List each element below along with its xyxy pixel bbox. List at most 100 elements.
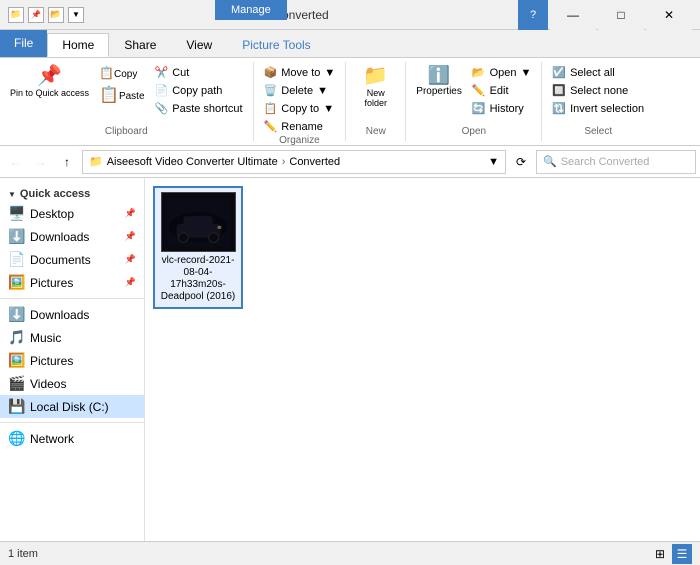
delete-icon: 🗑️	[264, 84, 278, 97]
invert-icon: 🔃	[552, 102, 566, 115]
clipboard-right-col: ✂️ Cut 📄 Copy path 📎 Paste shortcut	[151, 64, 247, 117]
content-area: vlc-record-2021-08-04-17h33m20s-Deadpool…	[145, 178, 700, 541]
sidebar-item-pictures[interactable]: 🖼️ Pictures	[0, 349, 144, 372]
sidebar-item-downloads[interactable]: ⬇️ Downloads	[0, 303, 144, 326]
rename-button[interactable]: ✏️ Rename	[260, 118, 340, 135]
open-icon: 📂	[472, 66, 486, 79]
item-count: 1 item	[8, 548, 38, 560]
new-folder-icon: 📁	[363, 66, 388, 86]
documents-label: Documents	[30, 253, 91, 267]
move-icon: 📦	[264, 66, 278, 79]
paste-shortcut-button[interactable]: 📎 Paste shortcut	[151, 100, 247, 117]
history-icon: 🔄	[472, 102, 486, 115]
ribbon: 📌 Pin to Quick access 📋 Copy 📋 Paste ✂️ …	[0, 58, 700, 146]
forward-button[interactable]: →	[30, 151, 52, 173]
sidebar-item-pictures-quick[interactable]: 🖼️ Pictures 📌	[0, 271, 144, 294]
new-folder-button[interactable]: 📁 Newfolder	[356, 64, 396, 110]
desktop-label: Desktop	[30, 207, 74, 221]
maximize-button[interactable]: □	[598, 0, 644, 30]
new-folder-label: Newfolder	[365, 88, 388, 108]
copy-icon: 📋	[99, 66, 114, 80]
properties-button[interactable]: ℹ️ Properties	[412, 64, 466, 99]
copy-button[interactable]: 📋 Copy	[95, 64, 149, 82]
open-label: Open	[462, 126, 486, 139]
grid-view-button[interactable]: ⊞	[650, 544, 670, 564]
window-controls[interactable]: ? — □ ✕	[518, 0, 692, 30]
tab-file[interactable]: File	[0, 29, 47, 57]
network-icon: 🌐	[8, 430, 24, 447]
select-none-icon: 🔲	[552, 84, 566, 97]
address-path[interactable]: 📁 Aiseesoft Video Converter Ultimate › C…	[82, 150, 506, 174]
refresh-button[interactable]: ⟳	[510, 151, 532, 173]
sidebar-item-downloads-quick[interactable]: ⬇️ Downloads 📌	[0, 225, 144, 248]
select-all-icon: ☑️	[552, 66, 566, 79]
up-button[interactable]: ↑	[56, 151, 78, 173]
folder-icon: 📂	[48, 7, 64, 23]
sidebar-item-documents[interactable]: 📄 Documents 📌	[0, 248, 144, 271]
sidebar-item-videos[interactable]: 🎬 Videos	[0, 372, 144, 395]
history-button[interactable]: 🔄 History	[468, 100, 536, 117]
ribbon-group-new: 📁 Newfolder New	[346, 62, 406, 141]
paste-shortcut-icon: 📎	[155, 102, 169, 115]
copy-path-button[interactable]: 📄 Copy path	[151, 82, 247, 99]
cut-button[interactable]: ✂️ Cut	[151, 64, 247, 81]
path-dropdown-icon[interactable]: ▼	[488, 156, 499, 168]
pictures-label-quick: Pictures	[30, 276, 73, 290]
copy-to-button[interactable]: 📋 Copy to ▼	[260, 100, 340, 117]
quick-access-label[interactable]: ▼ Quick access	[8, 188, 136, 200]
tab-picture-tools[interactable]: Picture Tools	[227, 33, 325, 57]
music-label: Music	[30, 331, 61, 345]
pin-to-quick-access-button[interactable]: 📌 Pin to Quick access	[6, 64, 93, 101]
music-icon: 🎵	[8, 329, 24, 346]
move-to-button[interactable]: 📦 Move to ▼	[260, 64, 340, 81]
sidebar-item-network[interactable]: 🌐 Network	[0, 427, 144, 450]
pin-label: Pin to Quick access	[10, 88, 89, 99]
ribbon-group-organize: 📦 Move to ▼ 🗑️ Delete ▼ 📋 Copy to ▼ ✏️ R…	[254, 62, 347, 141]
select-all-button[interactable]: ☑️ Select all	[548, 64, 648, 81]
tab-share[interactable]: Share	[109, 33, 171, 57]
search-placeholder: Search Converted	[561, 156, 650, 168]
rename-label: Rename	[281, 121, 323, 133]
folder-icon-path: 📁	[89, 155, 103, 168]
edit-button[interactable]: ✏️ Edit	[468, 82, 536, 99]
pin-icon-pictures: 📌	[125, 277, 136, 288]
quick-access-section: ▼ Quick access	[0, 182, 144, 202]
new-items: 📁 Newfolder	[356, 64, 396, 126]
sidebar-item-desktop[interactable]: 🖥️ Desktop 📌	[0, 202, 144, 225]
organize-col: 📦 Move to ▼ 🗑️ Delete ▼ 📋 Copy to ▼ ✏️ R…	[260, 64, 340, 135]
search-box[interactable]: 🔍 Search Converted	[536, 150, 696, 174]
open-items: ℹ️ Properties 📂 Open ▼ ✏️ Edit 🔄 History	[412, 64, 535, 126]
delete-label: Delete	[281, 85, 313, 97]
open-arrow: ▼	[521, 67, 532, 79]
paste-label: Paste	[119, 91, 145, 102]
open-button[interactable]: 📂 Open ▼	[468, 64, 536, 81]
sidebar-item-music[interactable]: 🎵 Music	[0, 326, 144, 349]
delete-button[interactable]: 🗑️ Delete ▼	[260, 82, 340, 99]
clipboard-label: Clipboard	[105, 126, 148, 139]
sidebar-item-local-disk[interactable]: 💾 Local Disk (C:)	[0, 395, 144, 418]
close-button[interactable]: ✕	[646, 0, 692, 30]
file-item[interactable]: vlc-record-2021-08-04-17h33m20s-Deadpool…	[153, 186, 243, 309]
quick-access-icon[interactable]: 📌	[28, 7, 44, 23]
clipboard-items: 📌 Pin to Quick access 📋 Copy 📋 Paste ✂️ …	[6, 64, 247, 126]
title-bar-icons: 📁 📌 📂 ▼	[8, 7, 84, 23]
back-button[interactable]: ←	[4, 151, 26, 173]
minimize-button[interactable]: —	[550, 0, 596, 30]
invert-selection-button[interactable]: 🔃 Invert selection	[548, 100, 648, 117]
search-icon: 🔍	[543, 155, 557, 168]
copy-to-label: Copy to	[281, 103, 319, 115]
edit-label: Edit	[490, 85, 509, 97]
tab-home[interactable]: Home	[47, 33, 109, 57]
tab-view[interactable]: View	[171, 33, 227, 57]
paste-button[interactable]: 📋 Paste	[95, 83, 149, 107]
list-view-button[interactable]: ☰	[672, 544, 692, 564]
documents-icon: 📄	[8, 251, 24, 268]
select-items: ☑️ Select all 🔲 Select none 🔃 Invert sel…	[548, 64, 648, 126]
thumbnail-svg	[162, 192, 235, 252]
help-button[interactable]: ?	[518, 0, 548, 30]
downloads-label: Downloads	[30, 308, 89, 322]
ribbon-group-select: ☑️ Select all 🔲 Select none 🔃 Invert sel…	[542, 62, 654, 141]
paste-shortcut-label: Paste shortcut	[172, 103, 242, 115]
select-none-button[interactable]: 🔲 Select none	[548, 82, 648, 99]
open-col: 📂 Open ▼ ✏️ Edit 🔄 History	[468, 64, 536, 117]
